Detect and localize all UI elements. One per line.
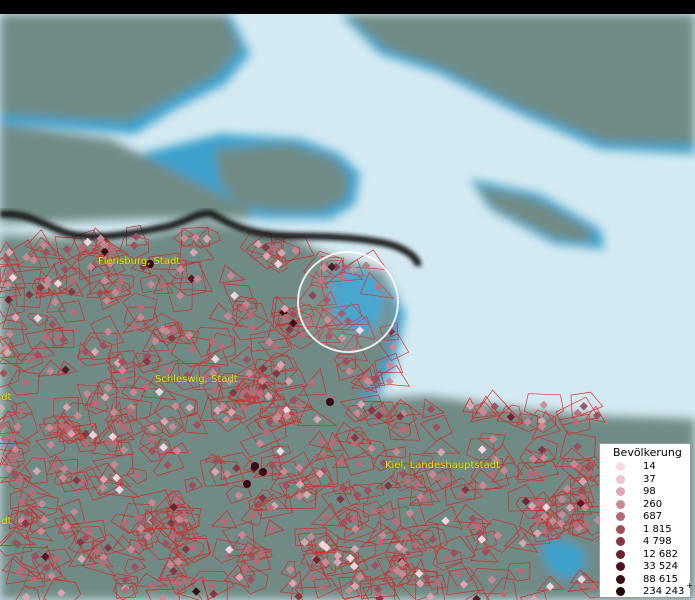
legend-label: 234 243 — [643, 586, 685, 597]
legend-plus-marker: + — [686, 581, 693, 590]
legend-item: 98 — [600, 485, 692, 498]
legend-label: 1 815 — [643, 523, 672, 535]
legend-label: 98 — [643, 486, 656, 497]
legend-item: 14 — [600, 460, 692, 473]
label-kiel: Kiel, Landeshauptstadt — [385, 460, 500, 471]
top-black-bar — [0, 0, 695, 14]
label-west-1: stadt — [0, 392, 12, 403]
legend-label: 260 — [643, 498, 663, 510]
city-marker — [251, 462, 259, 470]
population-legend: Bevölkerung 14 37 98 260 687 1 815 4 798 12 682… — [599, 443, 693, 598]
city-marker — [243, 480, 251, 488]
city-marker — [326, 398, 334, 406]
legend-swatch — [616, 487, 625, 496]
legend-swatch — [616, 474, 625, 484]
legend-item: 1 815 — [600, 523, 692, 536]
legend-item: 4 798 — [600, 535, 692, 548]
map-canvas[interactable] — [0, 14, 695, 600]
legend-item: 12 682 — [600, 548, 692, 561]
legend-swatch — [616, 499, 625, 509]
legend-label: 14 — [643, 461, 656, 472]
legend-item: 687 — [600, 510, 692, 523]
legend-swatch — [616, 574, 625, 584]
legend-item: 33 524 — [600, 560, 692, 573]
legend-swatch — [616, 462, 625, 471]
legend-label: 4 798 — [643, 536, 672, 547]
legend-item: 260 — [600, 498, 692, 511]
label-schleswig: Schleswig, Stadt — [155, 374, 238, 385]
legend-swatch — [616, 537, 625, 546]
city-marker — [259, 468, 267, 476]
label-west-2: stadt — [0, 516, 12, 527]
legend-swatch — [616, 562, 625, 571]
legend-item: 234 243 + — [600, 581, 693, 598]
legend-swatch — [616, 549, 625, 559]
legend-swatch — [616, 587, 625, 596]
legend-label: 37 — [643, 473, 656, 485]
legend-label: 88 615 — [643, 573, 678, 585]
legend-title: Bevölkerung — [613, 446, 682, 459]
legend-swatch — [616, 512, 625, 521]
legend-item: 37 — [600, 473, 692, 486]
label-flensburg: Flensburg, Stadt — [98, 256, 181, 267]
legend-label: 33 524 — [643, 561, 678, 572]
legend-swatch — [616, 524, 625, 534]
legend-label: 687 — [643, 511, 663, 522]
selection-circle[interactable] — [297, 251, 399, 353]
legend-label: 12 682 — [643, 548, 678, 560]
legend-item: 88 615 — [600, 573, 692, 586]
map-view[interactable]: Flensburg, Stadt Schleswig, Stadt Kiel, … — [0, 14, 695, 600]
